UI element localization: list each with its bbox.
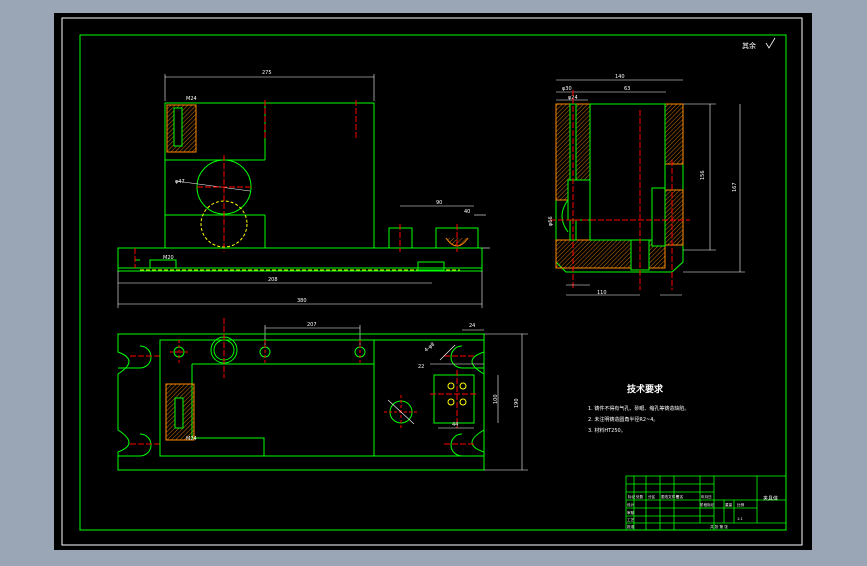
notes-title: 技术要求 <box>627 383 664 395</box>
dim-40: 40 <box>464 209 470 215</box>
dim-275: 275 <box>262 70 272 76</box>
dim-63: 63 <box>624 86 630 92</box>
tb-cell-5: 签名 <box>676 494 684 499</box>
tb-cell-11: 审核 <box>627 510 635 515</box>
tb-cell-9: 比例 <box>737 502 745 507</box>
tb-cell-2: 处数 <box>636 494 644 499</box>
dim-m24-top: M24 <box>186 436 197 442</box>
tb-cell-7: 阶段标记 <box>700 502 715 507</box>
dim-100: 100 <box>493 394 499 404</box>
dim-207: 207 <box>307 322 317 328</box>
cad-drawing[interactable]: 其余 275 M24 φ47 M20 90 40 208 380 140 φ30… <box>0 0 867 562</box>
dim-m24: M24 <box>186 96 197 102</box>
tb-cell-10: 设计 <box>627 502 635 507</box>
notes-item-2: 2. 未注明铸造圆角半径R2~4。 <box>588 416 658 423</box>
drawing-canvas <box>54 13 812 550</box>
dim-44: 44 <box>452 422 458 428</box>
dim-m20-front: M20 <box>163 255 174 261</box>
tb-cell-14: 1:1 <box>737 517 743 521</box>
dim-156: 156 <box>700 170 706 180</box>
tb-cell-3: 分区 <box>648 494 656 499</box>
dim-phi-front: φ47 <box>175 179 185 185</box>
cad-viewport[interactable]: 其余 275 M24 φ47 M20 90 40 208 380 140 φ30… <box>0 0 867 562</box>
tb-cell-13: 批准 <box>627 524 635 529</box>
dim-167: 167 <box>732 182 738 192</box>
dim-24-top: 24 <box>469 323 475 329</box>
drawing-name: 夹具体 <box>763 495 778 502</box>
dim-90: 90 <box>436 200 442 206</box>
dim-140: 140 <box>615 74 625 80</box>
tb-cell-12: 工艺 <box>627 517 635 522</box>
notes-item-1: 1. 铸件不得有气孔、砂眼、缩孔等铸造缺陷。 <box>588 405 689 412</box>
dim-208: 208 <box>268 277 278 283</box>
tb-cell-6: 年月日 <box>701 494 712 499</box>
tb-footer: 共 张 第 张 <box>710 524 728 529</box>
dim-bottom-side: 110 <box>597 290 607 296</box>
dim-380: 380 <box>297 298 307 304</box>
roughness-note: 其余 <box>742 41 756 50</box>
tb-cell-1: 标记 <box>628 494 636 499</box>
dim-22: 22 <box>418 364 424 370</box>
tb-cell-8: 重量 <box>725 502 733 507</box>
notes-item-3: 3. 材料HT250。 <box>588 427 626 434</box>
dim-phi66: φ66 <box>548 216 554 226</box>
dim-190: 190 <box>514 398 520 408</box>
dim-phi30: φ30 <box>562 86 572 92</box>
